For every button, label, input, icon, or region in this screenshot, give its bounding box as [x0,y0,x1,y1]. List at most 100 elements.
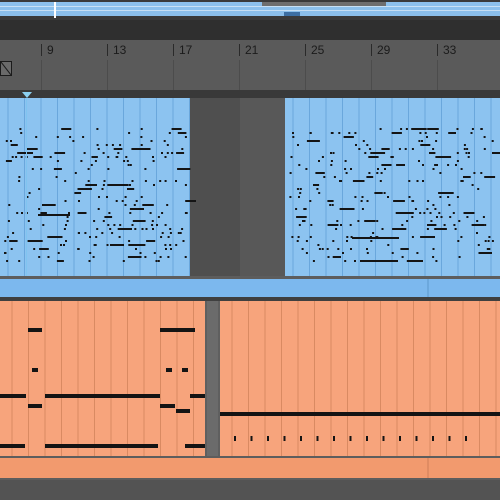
midi-note [364,152,367,154]
midi-note [77,248,80,250]
midi-note [19,128,22,130]
midi-note [15,156,18,158]
midi-note [456,160,459,162]
midi-note [298,196,300,198]
midi-note [336,220,339,222]
midi-note [18,260,21,262]
track-footer[interactable] [0,279,500,297]
midi-note [102,220,105,222]
midi-note [458,256,461,258]
midi-note [107,184,122,186]
midi-note [412,200,415,202]
track-footer[interactable] [0,458,500,478]
midi-note [66,216,69,218]
midi-note [185,212,188,214]
midi-note [331,132,334,134]
midi-note [164,224,167,226]
midi-note [106,196,108,198]
midi-note [429,152,436,154]
midi-note [107,156,110,158]
midi-note [483,148,486,150]
midi-note [181,228,184,230]
midi-note [98,196,100,198]
midi-note [106,244,109,246]
midi-note [366,252,369,254]
midi-note [172,128,175,130]
midi-note [355,144,357,146]
midi-note [391,252,394,254]
midi-note [377,168,379,170]
midi-note [127,188,135,190]
midi-note [80,160,83,162]
midi-note [427,128,439,130]
midi-note [297,144,299,146]
midi-note [429,212,432,214]
midi-note [118,236,121,238]
empty-track-lane[interactable] [0,480,500,500]
midi-note [35,136,38,138]
midi-note [142,204,154,206]
midi-note [344,160,347,162]
arrangement-tracks[interactable] [0,0,500,500]
midi-note [165,248,167,250]
midi-note [305,168,308,170]
midi-note [352,180,355,182]
midi-note [360,180,363,182]
midi-note [360,200,363,202]
midi-clip[interactable] [0,301,205,456]
midi-note [135,148,151,150]
midi-note [96,144,99,146]
midi-note [299,192,302,194]
midi-note [131,224,134,226]
midi-note [87,180,90,182]
midi-note [432,436,434,441]
midi-note [304,208,307,210]
midi-note [159,180,162,182]
midi-note [296,240,299,242]
midi-note [145,228,148,230]
midi-note [177,232,180,234]
midi-note [352,237,399,239]
midi-note [166,144,169,146]
midi-note [412,128,427,130]
midi-note [12,232,15,234]
midi-note [96,228,99,230]
midi-note [350,168,352,170]
midi-note [349,224,352,226]
midi-note [33,156,43,158]
midi-note [56,160,59,162]
midi-note [176,152,185,154]
midi-note [128,132,131,134]
midi-note [343,136,354,138]
midi-clip[interactable] [220,301,500,456]
midi-note [175,180,177,182]
midi-note [435,260,438,262]
midi-note [292,132,294,134]
midi-note [473,172,476,174]
midi-note [467,156,470,158]
midi-note [161,212,164,214]
midi-note [366,248,368,250]
midi-note [465,436,467,441]
midi-note [6,260,9,262]
midi-note [484,240,487,242]
midi-note [129,164,132,166]
midi-note [440,216,443,218]
midi-note [354,260,356,262]
midi-note [333,176,336,178]
midi-clip[interactable] [0,98,190,276]
midi-note [296,216,307,218]
midi-note [312,260,315,262]
midi-note [421,140,423,142]
midi-note [368,156,379,158]
midi-note [122,260,125,262]
midi-note [435,140,438,142]
midi-note [10,144,18,146]
midi-note [140,196,143,198]
midi-note [5,160,12,162]
midi-note [169,232,172,234]
midi-note [456,128,459,130]
midi-note [184,184,187,186]
midi-note [103,180,106,182]
midi-note [387,244,390,246]
